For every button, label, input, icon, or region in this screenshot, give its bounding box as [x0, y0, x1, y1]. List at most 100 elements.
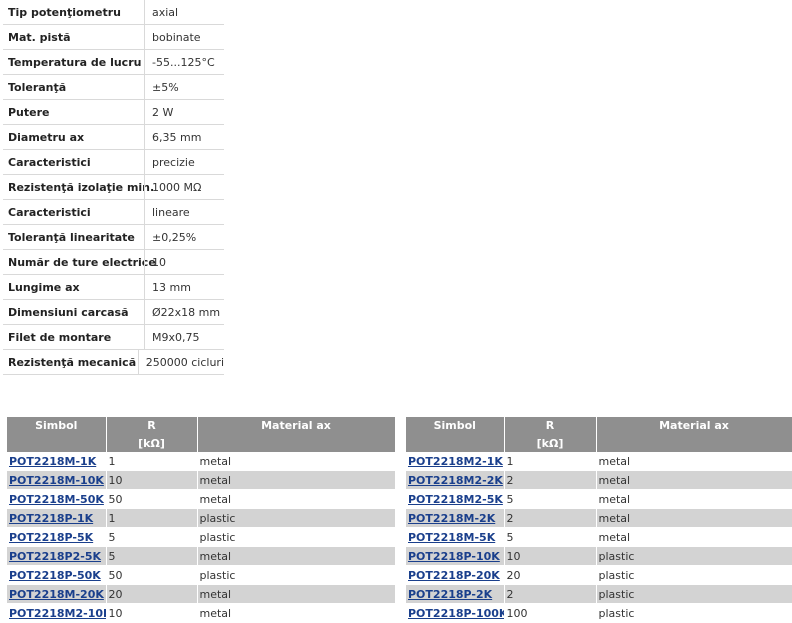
spec-row: Temperatura de lucru -55...125°C	[3, 50, 224, 75]
symbol-cell: POT2218M2-10K	[7, 603, 107, 623]
table-row: POT2218M-5K 5 metal	[406, 527, 792, 547]
product-link[interactable]: POT2218M-50K	[9, 493, 104, 506]
product-link[interactable]: POT2218P-20K	[408, 569, 500, 582]
spec-value: bobinate	[144, 25, 224, 49]
symbol-cell: POT2218P-100K	[406, 603, 505, 623]
symbol-cell: POT2218P-5K	[7, 527, 107, 547]
material-cell: plastic	[197, 527, 396, 547]
resistance-cell: 2	[504, 470, 597, 490]
table-row: POT2218M-2K 2 metal	[406, 508, 792, 528]
spec-row: Caracteristici precizie	[3, 150, 224, 175]
spec-label: Rezistenţă izolaţie min.	[8, 180, 155, 194]
symbol-cell: POT2218P-2K	[406, 584, 505, 604]
product-link[interactable]: POT2218M-10K	[9, 474, 104, 487]
spec-row: Număr de ture electrice 10	[3, 250, 224, 275]
product-link[interactable]: POT2218M-2K	[408, 512, 495, 525]
product-link[interactable]: POT2218P-1K	[9, 512, 93, 525]
spec-row: Putere 2 W	[3, 100, 224, 125]
header-symbol: Simbol	[406, 417, 505, 434]
spec-label: Lungime ax	[8, 280, 80, 294]
material-cell: metal	[197, 489, 396, 509]
table-row: POT2218P-50K 50 plastic	[7, 565, 396, 585]
resistance-cell: 100	[504, 603, 597, 623]
spec-value: M9x0,75	[144, 325, 224, 349]
spec-value: 2 W	[144, 100, 224, 124]
product-link[interactable]: POT2218M2-5K	[408, 493, 503, 506]
table-row: POT2218P-20K 20 plastic	[406, 565, 792, 585]
product-link[interactable]: POT2218M-5K	[408, 531, 495, 544]
material-cell: metal	[596, 452, 792, 471]
material-cell: plastic	[596, 603, 792, 623]
spec-label: Putere	[8, 105, 50, 119]
spec-row: Rezistenţă mecanică 250000 cicluri	[3, 350, 224, 375]
spec-row: Caracteristici lineare	[3, 200, 224, 225]
material-cell: metal	[596, 489, 792, 509]
product-link[interactable]: POT2218M2-1K	[408, 455, 503, 468]
table-row: POT2218M-1K 1 metal	[7, 452, 396, 471]
product-table-left: Simbol R Material ax [kΩ] POT2218M-1K 1 me…	[7, 417, 396, 623]
product-link[interactable]: POT2218P-5K	[9, 531, 93, 544]
table-row: POT2218M-20K 20 metal	[7, 584, 396, 604]
product-link[interactable]: POT2218P2-5K	[9, 550, 101, 563]
material-cell: metal	[197, 546, 396, 566]
spec-label: Număr de ture electrice	[8, 255, 156, 269]
resistance-cell: 10	[504, 546, 597, 566]
product-link[interactable]: POT2218M2-2K	[408, 474, 503, 487]
spec-row: Rezistenţă izolaţie min. 1000 MΩ	[3, 175, 224, 200]
header-r-unit: [kΩ]	[504, 434, 597, 452]
material-cell: plastic	[596, 565, 792, 585]
symbol-cell: POT2218M-50K	[7, 489, 107, 509]
spec-label: Diametru ax	[8, 130, 85, 144]
table-row: POT2218P-100K 100 plastic	[406, 603, 792, 623]
table-row: POT2218M-50K 50 metal	[7, 489, 396, 509]
symbol-cell: POT2218M2-1K	[406, 452, 505, 471]
header-symbol-blank	[406, 434, 505, 452]
product-link[interactable]: POT2218P-2K	[408, 588, 492, 601]
spec-label: Toleranţă	[8, 80, 67, 94]
table-row: POT2218P-2K 2 plastic	[406, 584, 792, 604]
material-cell: metal	[197, 470, 396, 490]
resistance-cell: 5	[504, 489, 597, 509]
header-material-blank	[596, 434, 792, 452]
spec-label: Tip potenţiometru	[8, 5, 121, 19]
table-row: POT2218M2-5K 5 metal	[406, 489, 792, 509]
table-row: POT2218P2-5K 5 metal	[7, 546, 396, 566]
spec-label: Caracteristici	[8, 205, 91, 219]
spec-row: Mat. pistă bobinate	[3, 25, 224, 50]
header-material: Material ax	[197, 417, 396, 434]
spec-row: Tip potenţiometru axial	[3, 0, 224, 25]
material-cell: plastic	[197, 508, 396, 528]
product-link[interactable]: POT2218P-100K	[408, 607, 503, 620]
spec-label: Rezistenţă mecanică	[8, 355, 137, 369]
symbol-cell: POT2218P2-5K	[7, 546, 107, 566]
product-link[interactable]: POT2218P-10K	[408, 550, 500, 563]
spec-row: Filet de montare M9x0,75	[3, 325, 224, 350]
header-material: Material ax	[596, 417, 792, 434]
resistance-cell: 5	[106, 546, 198, 566]
table-row: POT2218M-10K 10 metal	[7, 470, 396, 490]
spec-value: -55...125°C	[144, 50, 224, 74]
symbol-cell: POT2218P-1K	[7, 508, 107, 528]
resistance-cell: 2	[504, 508, 597, 528]
resistance-cell: 5	[504, 527, 597, 547]
product-link[interactable]: POT2218P-50K	[9, 569, 101, 582]
resistance-cell: 20	[504, 565, 597, 585]
product-link[interactable]: POT2218M2-10K	[9, 607, 105, 620]
product-link[interactable]: POT2218M-20K	[9, 588, 104, 601]
spec-label: Temperatura de lucru	[8, 55, 142, 69]
symbol-cell: POT2218P-50K	[7, 565, 107, 585]
resistance-cell: 1	[504, 452, 597, 471]
material-cell: metal	[596, 470, 792, 490]
symbol-cell: POT2218M-1K	[7, 452, 107, 471]
product-link[interactable]: POT2218M-1K	[9, 455, 96, 468]
material-cell: metal	[197, 584, 396, 604]
resistance-cell: 1	[106, 452, 198, 471]
header-symbol: Simbol	[7, 417, 107, 434]
header-r: R	[106, 417, 198, 434]
header-symbol-blank	[7, 434, 107, 452]
spec-value: 6,35 mm	[144, 125, 224, 149]
product-table-right: Simbol R Material ax [kΩ] POT2218M2-1K 1 m…	[406, 417, 792, 623]
spec-row: Toleranţă ±5%	[3, 75, 224, 100]
spec-value: Ø22x18 mm	[144, 300, 224, 324]
spec-value: 1000 MΩ	[144, 175, 224, 199]
